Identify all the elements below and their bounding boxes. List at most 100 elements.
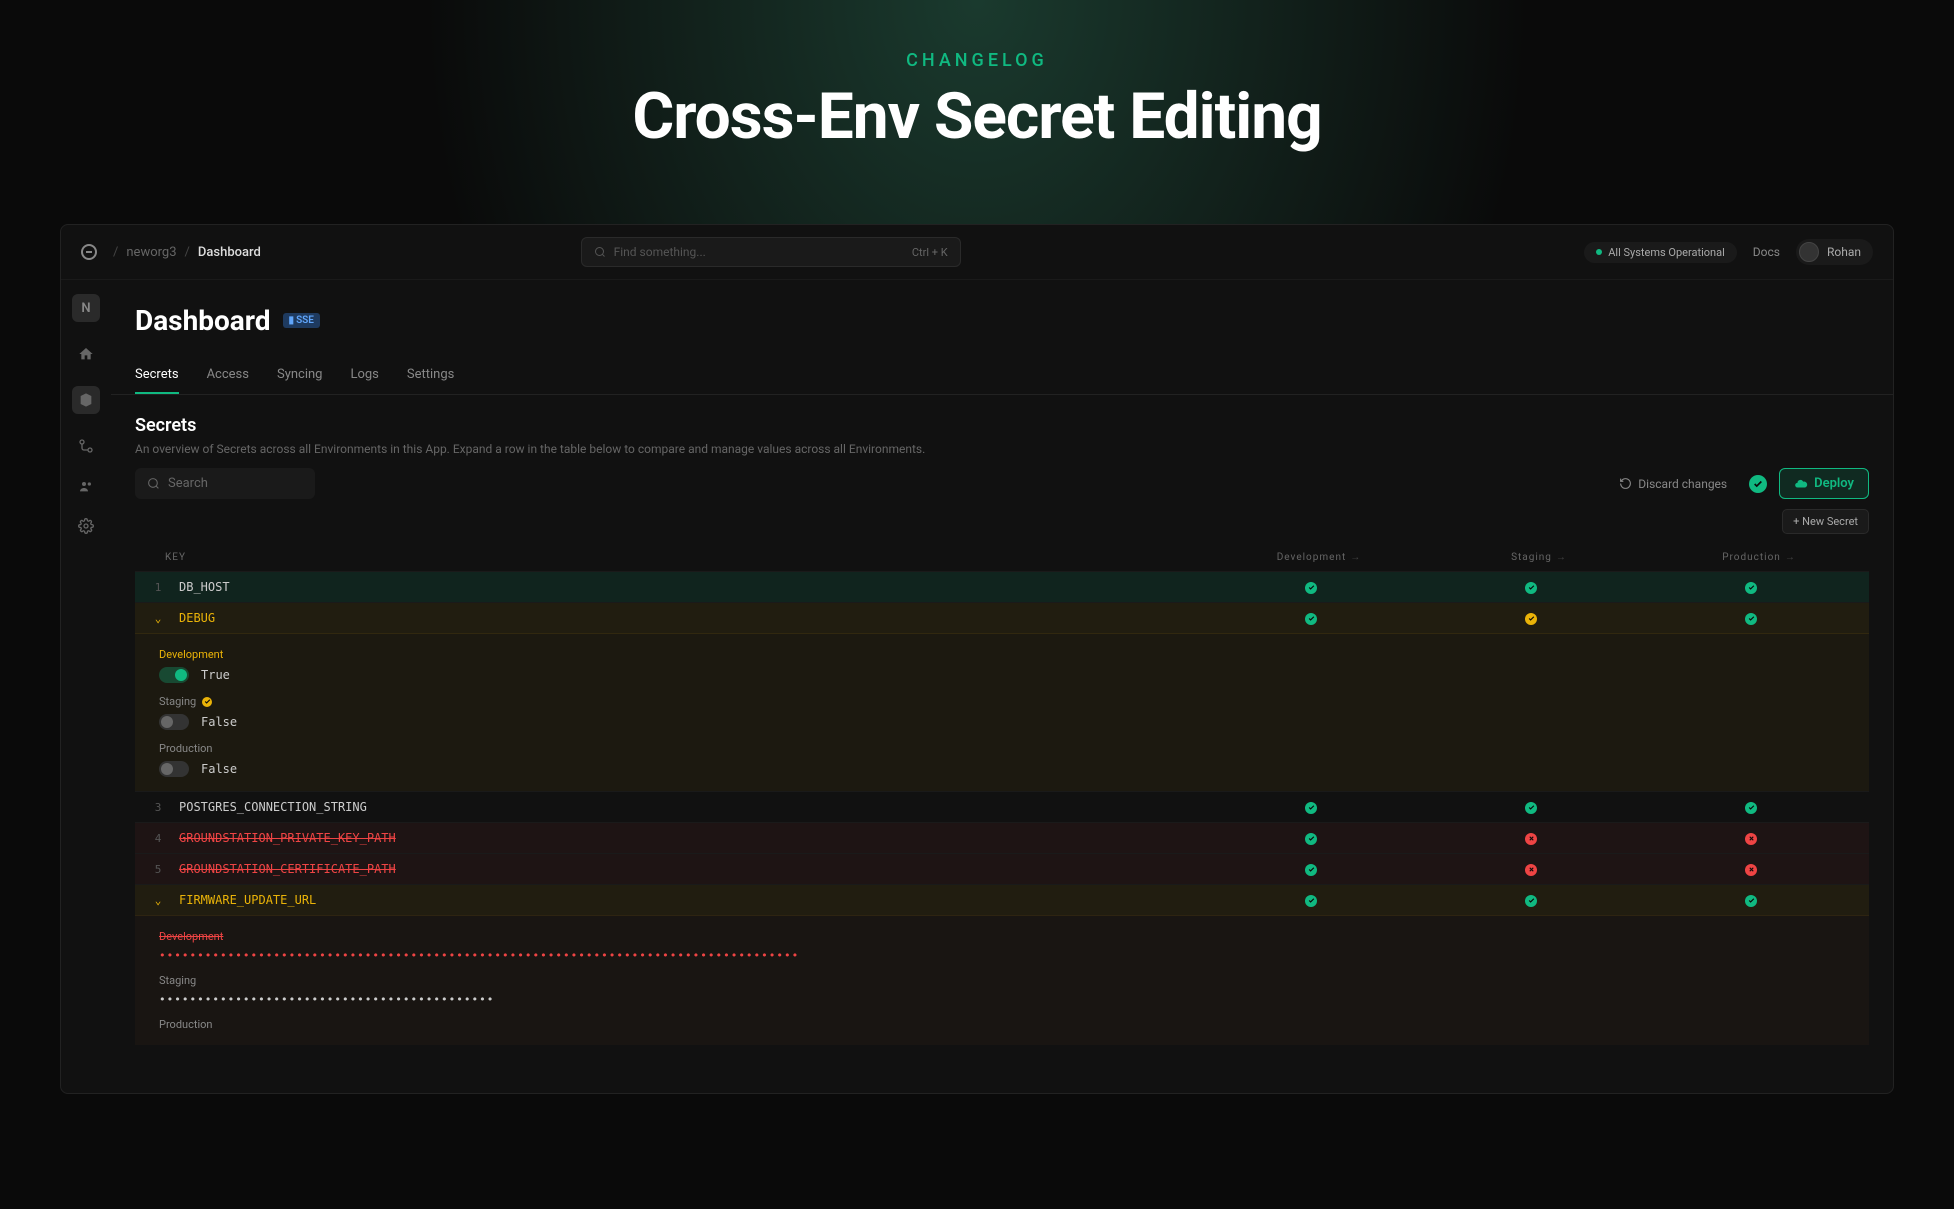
hero-title: Cross-Env Secret Editing: [0, 79, 1954, 154]
search-placeholder: Find something...: [614, 245, 706, 259]
breadcrumb-sep: /: [185, 245, 190, 260]
col-development[interactable]: Development→: [1277, 552, 1362, 563]
section-desc: An overview of Secrets across all Enviro…: [135, 442, 1869, 456]
secret-key: DB_HOST: [173, 580, 1201, 594]
home-icon[interactable]: [78, 346, 94, 362]
expanded-firmware-panel: Development ••••••••••••••••••••••••••••…: [135, 915, 1869, 1045]
masked-value: ••••••••••••••••••••••••••••••••••••••••…: [159, 949, 799, 962]
integrations-icon[interactable]: [78, 438, 94, 454]
chevron-down-icon[interactable]: ⌄: [155, 612, 162, 625]
user-name: Rohan: [1827, 245, 1861, 259]
toggle[interactable]: [159, 714, 189, 730]
table-row[interactable]: 5 GROUNDSTATION_CERTIFICATE_PATH: [135, 853, 1869, 884]
sidebar: N: [61, 280, 111, 1093]
secret-key: GROUNDSTATION_CERTIFICATE_PATH: [173, 862, 1201, 876]
tab-secrets[interactable]: Secrets: [135, 357, 179, 394]
check-icon: [1305, 613, 1317, 625]
deploy-button[interactable]: Deploy: [1779, 468, 1869, 499]
breadcrumb-sep: /: [113, 245, 118, 260]
logo-icon[interactable]: [81, 244, 97, 260]
check-badge-icon: [1749, 475, 1767, 493]
expanded-debug-panel: Development True Staging F: [135, 633, 1869, 791]
search-shortcut: Ctrl + K: [912, 246, 948, 259]
env-value: False: [201, 762, 237, 776]
section-title: Secrets: [135, 415, 1869, 436]
check-icon: [1745, 613, 1757, 625]
warn-icon: [202, 697, 212, 707]
env-value: True: [201, 668, 230, 682]
check-icon: [1525, 895, 1537, 907]
search-local-placeholder: Search: [168, 476, 208, 491]
error-icon: [1525, 864, 1537, 876]
secret-key: FIRMWARE_UPDATE_URL: [173, 893, 1201, 907]
tab-logs[interactable]: Logs: [350, 357, 378, 394]
check-icon: [1525, 802, 1537, 814]
toggle[interactable]: [159, 761, 189, 777]
table-row[interactable]: ⌄ DEBUG: [135, 602, 1869, 633]
check-icon: [1305, 582, 1317, 594]
env-label: Development: [159, 930, 1845, 943]
tabs: Secrets Access Syncing Logs Settings: [111, 357, 1893, 395]
check-icon: [1525, 582, 1537, 594]
secret-key: DEBUG: [173, 611, 1201, 625]
table-row[interactable]: ⌄ FIRMWARE_UPDATE_URL: [135, 884, 1869, 915]
cloud-icon: [1794, 477, 1808, 491]
org-badge[interactable]: N: [72, 294, 100, 322]
user-chip[interactable]: Rohan: [1796, 239, 1873, 265]
check-icon: [1305, 802, 1317, 814]
error-icon: [1525, 833, 1537, 845]
settings-icon[interactable]: [78, 518, 94, 534]
page-title: Dashboard: [135, 304, 271, 337]
error-icon: [1745, 833, 1757, 845]
hero-label: CHANGELOG: [0, 50, 1954, 71]
table-row[interactable]: 4 GROUNDSTATION_PRIVATE_KEY_PATH: [135, 822, 1869, 853]
secrets-table: KEY Development→ Staging→ Production→ 1 …: [111, 544, 1893, 1069]
warn-icon: [1525, 613, 1537, 625]
col-staging[interactable]: Staging→: [1511, 552, 1567, 563]
app-window: / neworg3 / Dashboard Find something... …: [60, 224, 1894, 1094]
check-icon: [1745, 802, 1757, 814]
status-text: All Systems Operational: [1608, 246, 1725, 259]
env-label: Staging: [159, 974, 1845, 987]
table-row[interactable]: 1 DB_HOST: [135, 571, 1869, 602]
secret-key: POSTGRES_CONNECTION_STRING: [173, 800, 1201, 814]
col-production[interactable]: Production→: [1722, 552, 1796, 563]
secret-key: GROUNDSTATION_PRIVATE_KEY_PATH: [173, 831, 1201, 845]
status-pill[interactable]: All Systems Operational: [1584, 242, 1737, 263]
breadcrumb-current[interactable]: Dashboard: [198, 245, 261, 260]
table-row[interactable]: 3 POSTGRES_CONNECTION_STRING: [135, 791, 1869, 822]
new-secret-button[interactable]: + New Secret: [1782, 509, 1869, 534]
env-label: Development: [159, 648, 1845, 661]
members-icon[interactable]: [78, 478, 94, 494]
chevron-down-icon[interactable]: ⌄: [155, 894, 162, 907]
env-label: Staging: [159, 695, 1845, 708]
check-icon: [1745, 582, 1757, 594]
undo-icon: [1619, 477, 1632, 490]
env-label: Production: [159, 1018, 1845, 1031]
col-key: KEY: [165, 552, 1209, 563]
toggle[interactable]: [159, 667, 189, 683]
global-search[interactable]: Find something... Ctrl + K: [581, 237, 961, 267]
avatar: [1799, 242, 1819, 262]
tab-settings[interactable]: Settings: [407, 357, 454, 394]
status-dot-icon: [1596, 249, 1602, 255]
apps-icon[interactable]: [72, 386, 100, 414]
check-icon: [1305, 864, 1317, 876]
env-label: Production: [159, 742, 1845, 755]
search-icon: [594, 246, 606, 258]
tab-syncing[interactable]: Syncing: [277, 357, 323, 394]
tab-access[interactable]: Access: [207, 357, 249, 394]
breadcrumb-org[interactable]: neworg3: [126, 245, 176, 260]
breadcrumb: / neworg3 / Dashboard: [113, 245, 261, 260]
topbar: / neworg3 / Dashboard Find something... …: [61, 225, 1893, 280]
sse-badge: ▮SSE: [283, 313, 320, 328]
docs-link[interactable]: Docs: [1753, 245, 1780, 259]
check-icon: [1745, 895, 1757, 907]
masked-value: ••••••••••••••••••••••••••••••••••••••••…: [159, 993, 494, 1006]
search-input[interactable]: Search: [135, 468, 315, 499]
check-icon: [1305, 895, 1317, 907]
env-value: False: [201, 715, 237, 729]
discard-button[interactable]: Discard changes: [1609, 471, 1737, 497]
check-icon: [1305, 833, 1317, 845]
error-icon: [1745, 864, 1757, 876]
